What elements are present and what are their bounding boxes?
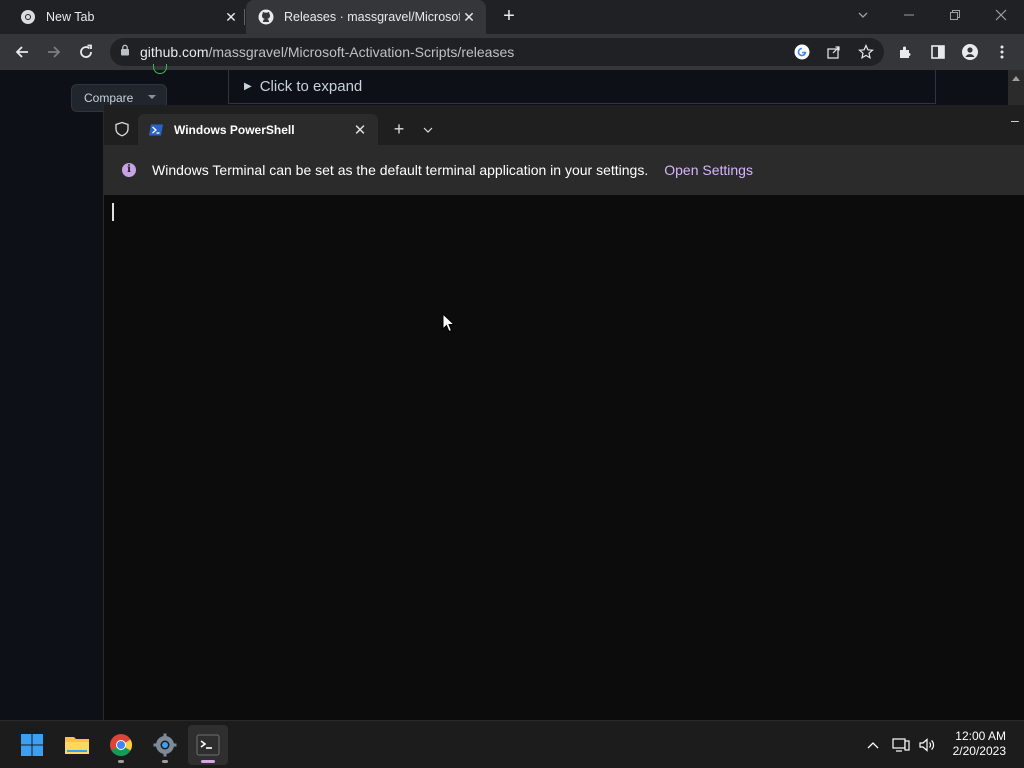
open-settings-link[interactable]: Open Settings bbox=[664, 162, 753, 178]
url-path: /massgravel/Microsoft-Activation-Scripts… bbox=[208, 44, 515, 60]
restore-icon[interactable] bbox=[940, 4, 970, 28]
forward-icon[interactable] bbox=[42, 40, 66, 64]
browser-tab-title: New Tab bbox=[46, 10, 95, 24]
info-message: Windows Terminal can be set as the defau… bbox=[152, 162, 649, 178]
back-icon[interactable] bbox=[10, 40, 34, 64]
url-text: github.com/massgravel/Microsoft-Activati… bbox=[140, 44, 514, 60]
terminal-titlebar: Windows PowerShell ✕ + – bbox=[104, 105, 1024, 145]
browser-tab-title: Releases · massgravel/Microsoft- bbox=[284, 10, 460, 24]
terminal-window: Windows PowerShell ✕ + – i Windows Termi… bbox=[103, 105, 1024, 720]
active-indicator bbox=[201, 760, 215, 763]
compare-label: Compare bbox=[84, 91, 134, 105]
click-to-expand[interactable]: ▶ Click to expand bbox=[244, 78, 362, 95]
minimize-icon[interactable] bbox=[894, 4, 924, 28]
info-icon: i bbox=[122, 163, 136, 177]
triangle-right-icon: ▶ bbox=[244, 81, 252, 92]
github-icon bbox=[258, 9, 274, 25]
browser-tab-bar: New Tab ✕ Releases · massgravel/Microsof… bbox=[0, 0, 1024, 34]
share-icon[interactable] bbox=[822, 40, 846, 64]
settings-icon[interactable] bbox=[145, 725, 185, 765]
new-terminal-tab-button[interactable]: + bbox=[388, 119, 410, 141]
terminal-tab-title: Windows PowerShell bbox=[174, 122, 295, 137]
extensions-icon[interactable] bbox=[894, 40, 918, 64]
close-window-icon[interactable] bbox=[986, 4, 1016, 28]
browser-tab-releases[interactable]: Releases · massgravel/Microsoft- ✕ bbox=[246, 0, 486, 34]
taskbar: 12:00 AM 2/20/2023 bbox=[0, 720, 1024, 768]
terminal-output[interactable] bbox=[104, 195, 1024, 720]
google-icon[interactable] bbox=[790, 40, 814, 64]
file-explorer-icon[interactable] bbox=[57, 725, 97, 765]
expand-label: Click to expand bbox=[259, 78, 363, 95]
browser-tab-new-tab[interactable]: New Tab ✕ bbox=[12, 0, 244, 34]
shield-icon bbox=[114, 121, 130, 137]
system-clock[interactable]: 12:00 AM 2/20/2023 bbox=[953, 729, 1006, 759]
minimize-icon[interactable]: – bbox=[1011, 113, 1024, 129]
more-menu-icon[interactable] bbox=[990, 40, 1014, 64]
chrome-icon[interactable] bbox=[101, 725, 141, 765]
close-icon[interactable]: ✕ bbox=[460, 8, 478, 26]
terminal-icon[interactable] bbox=[188, 725, 228, 765]
verified-icon bbox=[153, 64, 167, 74]
volume-icon[interactable] bbox=[916, 721, 938, 768]
side-panel-icon[interactable] bbox=[926, 40, 950, 64]
info-bar: i Windows Terminal can be set as the def… bbox=[104, 145, 1024, 195]
url-host: github.com bbox=[140, 44, 209, 60]
network-icon[interactable] bbox=[890, 721, 912, 768]
caret-down-icon bbox=[148, 95, 156, 99]
clock-date: 2/20/2023 bbox=[952, 744, 1006, 758]
running-indicator bbox=[162, 760, 168, 763]
close-icon[interactable]: ✕ bbox=[222, 8, 240, 26]
chevron-down-icon[interactable] bbox=[418, 121, 438, 139]
running-indicator bbox=[118, 760, 124, 763]
address-bar[interactable]: github.com/massgravel/Microsoft-Activati… bbox=[110, 38, 884, 66]
mouse-pointer-icon bbox=[442, 312, 456, 333]
tab-divider bbox=[244, 9, 245, 25]
terminal-tab-powershell[interactable]: Windows PowerShell ✕ bbox=[138, 114, 378, 145]
lock-icon[interactable] bbox=[120, 43, 130, 61]
reload-icon[interactable] bbox=[74, 40, 98, 64]
tab-search-icon[interactable] bbox=[848, 4, 878, 28]
new-tab-button[interactable]: + bbox=[498, 6, 520, 28]
close-icon[interactable]: ✕ bbox=[350, 120, 370, 140]
text-cursor bbox=[112, 203, 114, 221]
powershell-icon bbox=[148, 122, 164, 138]
windows-start-icon[interactable] bbox=[12, 725, 52, 765]
profile-icon[interactable] bbox=[958, 40, 982, 64]
scroll-up-icon[interactable] bbox=[1012, 76, 1020, 81]
clock-time: 12:00 AM bbox=[955, 729, 1006, 743]
show-hidden-icons-chevron[interactable] bbox=[862, 721, 884, 768]
chrome-icon bbox=[20, 9, 36, 25]
bookmark-star-icon[interactable] bbox=[854, 40, 878, 64]
